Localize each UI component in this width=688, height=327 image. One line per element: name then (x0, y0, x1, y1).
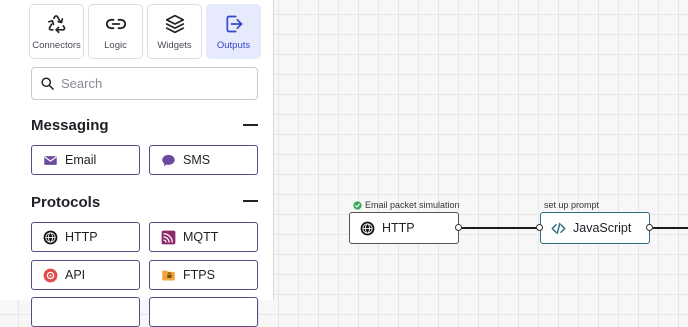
tab-connectors-label: Connectors (32, 40, 81, 51)
tab-widgets-label: Widgets (157, 40, 192, 51)
palette-item-ftps-label: FTPS (183, 268, 215, 282)
output-port[interactable] (646, 224, 653, 231)
flow-canvas[interactable] (274, 0, 688, 300)
layers-icon (165, 14, 184, 34)
search-input[interactable] (61, 76, 251, 91)
section-title-messaging: Messaging (31, 117, 109, 134)
palette-item-api[interactable]: API (31, 260, 140, 290)
palette-item-api-label: API (65, 268, 86, 282)
api-icon (43, 268, 58, 282)
tab-outputs-label: Outputs (216, 40, 251, 51)
collapse-protocols-button[interactable] (243, 200, 258, 202)
tab-outputs[interactable]: Outputs (206, 4, 261, 59)
output-port[interactable] (455, 224, 462, 231)
connection-wire[interactable] (461, 227, 539, 229)
palette-item-email[interactable]: Email (31, 145, 140, 175)
palette-item-mqtt-label: MQTT (183, 230, 219, 244)
node-caption-javascript-text: set up prompt (544, 200, 600, 210)
palette-item-http-label: HTTP (65, 230, 98, 244)
globe-icon (360, 221, 375, 235)
mail-icon (44, 155, 57, 165)
tab-logic-label: Logic (104, 40, 127, 51)
chat-icon (162, 154, 175, 166)
palette-tabs: Connectors Logic Widgets Outputs (29, 4, 261, 59)
output-icon (226, 15, 242, 33)
connection-wire[interactable] (653, 227, 688, 229)
flow-node-http[interactable]: HTTP (349, 212, 459, 244)
node-caption-javascript: set up prompt (544, 200, 599, 210)
tab-connectors[interactable]: Connectors (29, 4, 84, 59)
search-icon (41, 77, 54, 90)
palette-item-ftps[interactable]: FTPS (149, 260, 258, 290)
node-palette-panel: Connectors Logic Widgets Outputs Search … (0, 0, 274, 327)
tab-logic[interactable]: Logic (88, 4, 143, 59)
palette-item-email-label: Email (65, 153, 97, 167)
palette-item-http[interactable]: HTTP (31, 222, 140, 252)
ftps-icon (162, 270, 175, 280)
code-icon (551, 222, 566, 234)
flow-node-javascript[interactable]: JavaScript (540, 212, 650, 244)
node-caption-http: Email packet simulation (353, 200, 460, 210)
mqtt-icon (161, 230, 176, 244)
input-port[interactable] (536, 224, 543, 231)
palette-item-sms-label: SMS (183, 153, 211, 167)
palette-item-partial[interactable] (149, 297, 258, 327)
node-caption-http-text: Email packet simulation (365, 200, 460, 210)
palette-item-sms[interactable]: SMS (149, 145, 258, 175)
palette-item-mqtt[interactable]: MQTT (149, 222, 258, 252)
search-box (31, 67, 258, 100)
collapse-messaging-button[interactable] (243, 124, 258, 126)
palette-item-partial[interactable] (31, 297, 140, 327)
flow-node-javascript-label: JavaScript (573, 221, 632, 235)
logic-link-icon (105, 18, 126, 30)
check-circle-icon (353, 200, 362, 210)
flow-node-http-label: HTTP (382, 221, 415, 235)
section-title-protocols: Protocols (31, 194, 101, 211)
globe-icon (43, 230, 58, 244)
recycle-icon (47, 15, 65, 34)
tab-widgets[interactable]: Widgets (147, 4, 202, 59)
